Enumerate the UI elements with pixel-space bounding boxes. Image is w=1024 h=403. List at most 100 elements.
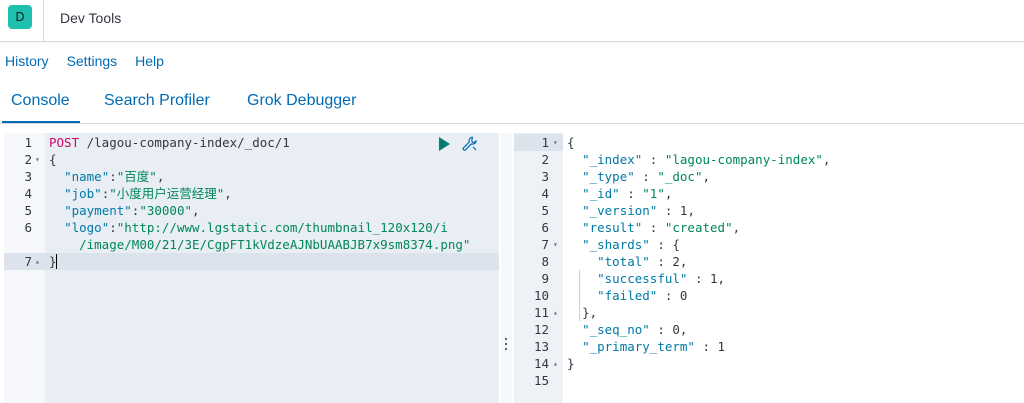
line-number: 6 (541, 220, 549, 235)
request-line-wrapped: /image/M00/21/3E/CgpFT1kVdzeAJNbUAABJB7x… (49, 236, 470, 253)
line-number: 2 (24, 152, 32, 167)
line-number: 7 (541, 237, 549, 252)
fold-toggle-icon[interactable]: ▴ (553, 304, 558, 321)
page-title: Dev Tools (60, 10, 122, 26)
fold-toggle-icon[interactable]: ▴ (35, 253, 40, 270)
json-number: 0 (672, 322, 680, 337)
pane-resizer[interactable] (501, 133, 512, 403)
request-line: "job":"小度用户运营经理", (64, 186, 232, 201)
response-gutter: 1 ▾ 2 3 4 5 6 7 ▾ 8 9 10 11 ▴ 12 13 14 ▴… (514, 133, 563, 403)
close-brace: } (567, 356, 575, 371)
request-method: POST (49, 135, 80, 150)
json-key: "result" (582, 220, 643, 235)
response-code-area[interactable]: { "_index" : "lagou-company-index", "_ty… (563, 133, 1024, 403)
close-brace: }, (582, 305, 598, 320)
response-line: "failed" : 0 (597, 288, 688, 303)
request-line: { (49, 151, 57, 168)
line-number: 4 (24, 186, 32, 201)
response-line: "result" : "created", (582, 220, 741, 235)
top-menu: History Settings Help (5, 53, 182, 71)
line-number: 3 (541, 169, 549, 184)
vertical-dots-icon[interactable] (505, 338, 508, 352)
json-key: "successful" (597, 271, 688, 286)
request-line: "payment":"30000", (64, 203, 200, 218)
fold-toggle-icon[interactable]: ▴ (553, 355, 558, 372)
line-number: 2 (541, 152, 549, 167)
line-number: 11 (533, 305, 549, 320)
json-string: "百度" (116, 169, 157, 184)
json-number: 2 (672, 254, 680, 269)
json-string: "_doc" (657, 169, 703, 184)
json-key: "_version" (582, 203, 658, 218)
line-number: 4 (541, 186, 549, 201)
active-line-highlight (45, 253, 499, 270)
line-number: 14 (533, 356, 549, 371)
json-string: "30000" (139, 203, 193, 218)
tab-grok-debugger[interactable]: Grok Debugger (247, 92, 356, 110)
active-tab-indicator (2, 121, 80, 123)
help-link[interactable]: Help (135, 53, 164, 71)
fold-toggle-icon[interactable]: ▾ (553, 134, 558, 151)
line-number: 8 (541, 254, 549, 269)
response-line: "_id" : "1", (582, 186, 673, 201)
json-key: "_primary_term" (582, 339, 695, 354)
header-divider (43, 0, 44, 42)
json-string: "1" (642, 186, 665, 201)
json-string: "lagou-company-index" (664, 152, 823, 167)
response-line: "_shards" : { (582, 237, 680, 252)
json-number: 1 (710, 271, 718, 286)
json-key: "payment" (64, 203, 132, 218)
json-key: "total" (597, 254, 650, 269)
line-number: 1 (24, 135, 32, 150)
open-brace: { (567, 135, 575, 150)
response-line: "total" : 2, (597, 254, 688, 269)
play-icon[interactable] (436, 136, 452, 152)
request-editor[interactable]: 1 2 ▾ 3 4 5 6 7 ▴ POST /lagou-company-in… (4, 133, 499, 403)
top-header: D Dev Tools (0, 0, 1024, 42)
open-brace: { (49, 152, 57, 167)
history-link[interactable]: History (5, 53, 49, 71)
json-key: "_id" (582, 186, 620, 201)
json-key: "job" (64, 186, 102, 201)
tab-console[interactable]: Console (11, 92, 70, 110)
request-line: "logo":"http://www.lgstatic.com/thumbnai… (64, 220, 448, 235)
json-string: "created" (664, 220, 733, 235)
response-line: { (567, 134, 575, 151)
json-number: 1 (717, 339, 726, 354)
app-logo-badge[interactable]: D (8, 5, 32, 29)
fold-toggle-icon[interactable]: ▾ (553, 236, 558, 253)
json-string: "小度用户运营经理" (109, 186, 225, 201)
response-line: "_version" : 1, (582, 203, 695, 218)
json-key: "name" (64, 169, 110, 184)
line-number: 1 (541, 135, 549, 150)
json-string: /image/M00/21/3E/CgpFT1kVdzeAJNbUAABJB7x… (79, 237, 471, 252)
request-line: POST /lagou-company-index/_doc/1 (49, 134, 290, 151)
json-key: "_seq_no" (582, 322, 650, 337)
response-line: "_index" : "lagou-company-index", (582, 152, 831, 167)
response-line: "_type" : "_doc", (582, 169, 711, 184)
request-code-area[interactable]: POST /lagou-company-index/_doc/1 { "name… (45, 133, 499, 403)
text-cursor (56, 254, 57, 269)
line-number: 13 (533, 339, 549, 354)
line-number: 5 (541, 203, 549, 218)
response-line: "_primary_term" : 1 (582, 339, 726, 354)
line-number: 10 (533, 288, 549, 303)
fold-toggle-icon[interactable]: ▾ (35, 151, 40, 168)
wrench-icon[interactable] (461, 135, 479, 153)
line-number: 3 (24, 169, 32, 184)
line-number: 7 (24, 254, 32, 269)
json-number: 0 (679, 288, 688, 303)
json-key: "logo" (64, 220, 110, 235)
response-line: "_seq_no" : 0, (582, 322, 688, 337)
tab-bar: Console Search Profiler Grok Debugger (0, 84, 1024, 124)
settings-link[interactable]: Settings (67, 53, 118, 71)
tab-search-profiler[interactable]: Search Profiler (104, 92, 210, 110)
json-string: "http://www.lgstatic.com/thumbnail_120x1… (116, 220, 448, 235)
request-line: "name":"百度", (64, 169, 165, 184)
request-url: /lagou-company-index/_doc/1 (79, 135, 290, 150)
response-viewer[interactable]: 1 ▾ 2 3 4 5 6 7 ▾ 8 9 10 11 ▴ 12 13 14 ▴… (514, 133, 1024, 403)
json-key: "_type" (582, 169, 635, 184)
json-key: "_index" (582, 152, 643, 167)
line-number: 12 (533, 322, 549, 337)
line-number: 5 (24, 203, 32, 218)
